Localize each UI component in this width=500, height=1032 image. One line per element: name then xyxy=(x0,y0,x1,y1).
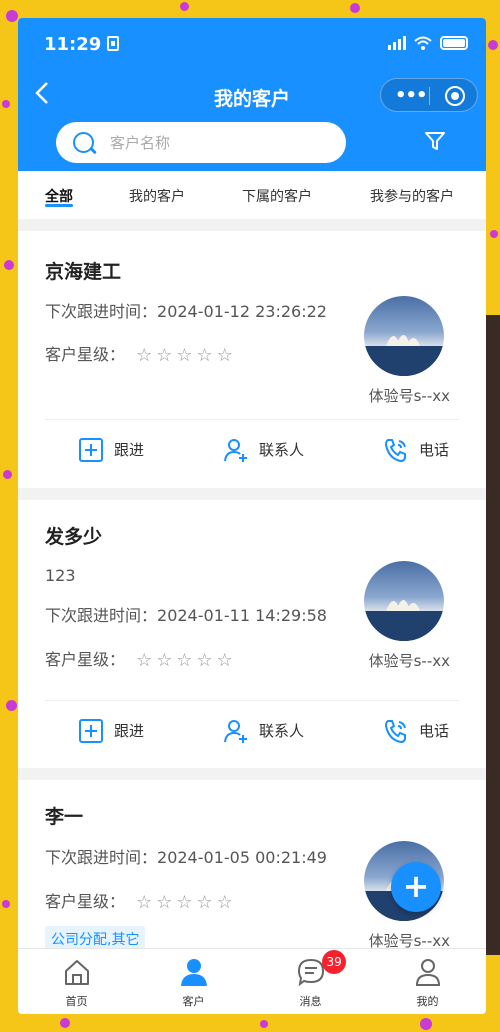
star-icon[interactable]: ☆ xyxy=(217,892,233,913)
avatar xyxy=(364,296,444,376)
miniapp-capsule: ••• xyxy=(380,78,478,112)
star-icon[interactable]: ☆ xyxy=(136,345,152,366)
customer-rating: 客户星级： ☆ ☆ ☆ ☆ ☆ xyxy=(45,345,233,366)
capsule-divider xyxy=(429,87,430,105)
signal-icon xyxy=(388,36,406,50)
phone-button[interactable]: 电话 xyxy=(383,437,449,463)
tabbar-item-profile[interactable]: 我的 xyxy=(369,949,486,1014)
follow-button[interactable]: 跟进 xyxy=(78,437,144,463)
opera-house-image xyxy=(364,335,444,376)
profile-icon xyxy=(415,959,440,986)
customer-rating: 客户星级： ☆ ☆ ☆ ☆ ☆ xyxy=(45,892,233,913)
status-bar: 11:29 xyxy=(18,18,486,72)
add-follow-icon xyxy=(79,437,103,462)
sim-icon xyxy=(107,36,120,51)
star-rating[interactable]: ☆ ☆ ☆ ☆ ☆ xyxy=(136,892,233,913)
star-icon[interactable]: ☆ xyxy=(176,892,192,913)
next-follow-time: 下次跟进时间：2024-01-11 14:29:58 xyxy=(45,606,327,625)
star-icon[interactable]: ☆ xyxy=(156,650,172,671)
star-icon[interactable]: ☆ xyxy=(197,892,213,913)
customer-icon xyxy=(180,959,207,986)
customer-name: 发多少 xyxy=(45,526,103,548)
contact-button[interactable]: 联系人 xyxy=(223,718,304,744)
more-menu-button[interactable]: ••• xyxy=(395,85,428,106)
customer-card[interactable]: 京海建工 下次跟进时间：2024-01-12 23:26:22 客户星级： ☆ ☆… xyxy=(18,231,486,488)
star-icon[interactable]: ☆ xyxy=(136,650,152,671)
filter-tabs: 全部 我的客户 下属的客户 我参与的客户 xyxy=(18,171,486,219)
home-icon xyxy=(64,960,89,985)
tab-all[interactable]: 全部 xyxy=(45,171,73,207)
star-rating[interactable]: ☆ ☆ ☆ ☆ ☆ xyxy=(136,650,233,671)
search-input[interactable]: 客户名称 xyxy=(56,122,346,163)
customer-extra-info: 123 xyxy=(45,566,76,585)
star-icon[interactable]: ☆ xyxy=(217,650,233,671)
follow-button[interactable]: 跟进 xyxy=(78,718,144,744)
wifi-icon xyxy=(414,36,432,50)
message-icon xyxy=(297,958,324,987)
star-icon[interactable]: ☆ xyxy=(197,650,213,671)
search-placeholder: 客户名称 xyxy=(110,134,171,152)
header: 11:29 我的客户 ••• 客户名称 xyxy=(18,18,486,171)
unread-badge: 39 xyxy=(322,950,347,974)
add-contact-icon xyxy=(223,719,247,743)
opera-house-image xyxy=(364,600,444,641)
nav-bar: 我的客户 ••• xyxy=(18,72,486,120)
star-icon[interactable]: ☆ xyxy=(217,345,233,366)
battery-icon xyxy=(440,36,468,50)
star-icon[interactable]: ☆ xyxy=(197,345,213,366)
phone-icon xyxy=(384,438,406,462)
customer-name: 京海建工 xyxy=(45,261,122,283)
contact-button[interactable]: 联系人 xyxy=(223,437,304,463)
add-contact-icon xyxy=(223,438,247,462)
add-customer-button[interactable]: + xyxy=(391,862,441,912)
tabbar-item-messages[interactable]: 39 消息 xyxy=(252,949,369,1014)
action-bar: 跟进 联系人 电话 xyxy=(45,419,459,479)
tab-my-customers[interactable]: 我的客户 xyxy=(129,171,185,206)
phone-button[interactable]: 电话 xyxy=(383,718,449,744)
tab-subordinate-customers[interactable]: 下属的客户 xyxy=(242,171,312,206)
owner-name: 体验号s--xx xyxy=(368,387,450,405)
customer-rating: 客户星级： ☆ ☆ ☆ ☆ ☆ xyxy=(45,650,233,671)
add-follow-icon xyxy=(79,718,103,743)
star-icon[interactable]: ☆ xyxy=(136,892,152,913)
avatar xyxy=(364,561,444,641)
status-icons xyxy=(388,36,468,50)
phone-icon xyxy=(384,719,406,743)
customer-card[interactable]: 发多少 123 下次跟进时间：2024-01-11 14:29:58 客户星级：… xyxy=(18,500,486,768)
bottom-tab-bar: 首页 客户 39 消息 我的 xyxy=(18,948,486,1014)
star-icon[interactable]: ☆ xyxy=(156,892,172,913)
next-follow-time: 下次跟进时间：2024-01-12 23:26:22 xyxy=(45,302,327,321)
app-screen: 11:29 我的客户 ••• 客户名称 全部 我的客户 下属的客户 我参与的客户… xyxy=(18,18,486,1014)
close-miniapp-button[interactable] xyxy=(445,86,465,106)
plus-icon: + xyxy=(402,867,430,905)
star-rating[interactable]: ☆ ☆ ☆ ☆ ☆ xyxy=(136,345,233,366)
star-icon[interactable]: ☆ xyxy=(156,345,172,366)
customer-name: 李一 xyxy=(45,806,84,828)
search-row: 客户名称 xyxy=(18,120,486,171)
owner-name: 体验号s--xx xyxy=(368,652,450,670)
filter-icon[interactable] xyxy=(424,130,446,152)
next-follow-time: 下次跟进时间：2024-01-05 00:21:49 xyxy=(45,848,327,867)
star-icon[interactable]: ☆ xyxy=(176,650,192,671)
tabbar-item-customers[interactable]: 客户 xyxy=(135,949,252,1014)
star-icon[interactable]: ☆ xyxy=(176,345,192,366)
status-time: 11:29 xyxy=(44,34,120,55)
tabbar-item-home[interactable]: 首页 xyxy=(18,949,135,1014)
tab-participating-customers[interactable]: 我参与的客户 xyxy=(370,171,454,206)
search-icon xyxy=(72,131,96,155)
action-bar: 跟进 联系人 电话 xyxy=(45,700,459,760)
